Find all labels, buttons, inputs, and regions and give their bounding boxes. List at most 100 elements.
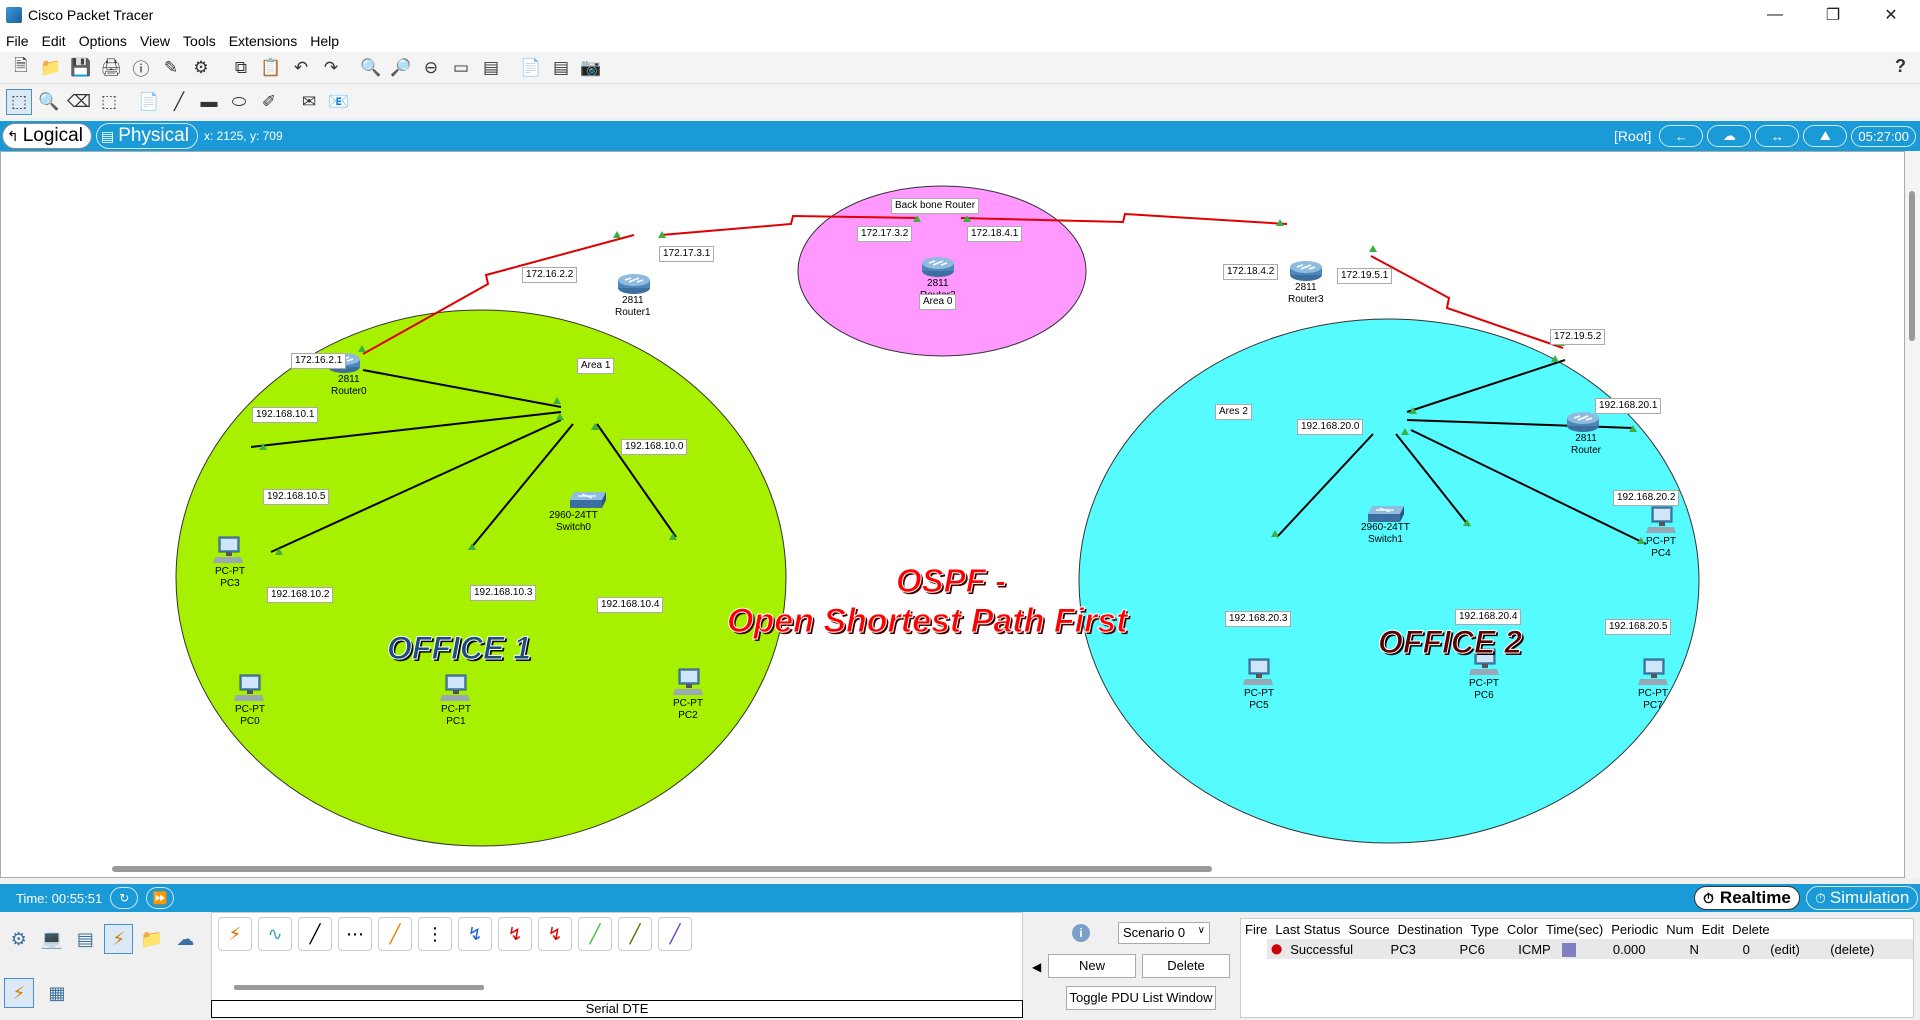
phone-cable-icon[interactable]: ⋮ (418, 917, 452, 951)
ip-label[interactable]: 172.18.4.2 (1223, 264, 1279, 280)
info-icon[interactable]: ⓘ (128, 55, 154, 81)
zoom-in-icon[interactable]: 🔍 (358, 55, 384, 81)
network-info-icon[interactable]: ⚙ (188, 55, 214, 81)
router-icon[interactable] (921, 256, 955, 278)
restore-button[interactable]: ❐ (1804, 0, 1862, 30)
drawing-palette-icon[interactable]: ▭ (448, 55, 474, 81)
fiber-icon[interactable]: ╱ (378, 917, 412, 951)
menu-file[interactable]: File (6, 33, 29, 49)
crossover-icon[interactable]: ⋯ (338, 917, 372, 951)
add-complex-pdu-icon[interactable]: 📧 (326, 89, 352, 115)
menu-tools[interactable]: Tools (183, 33, 216, 49)
scenario-info-icon[interactable]: i (1072, 924, 1090, 942)
grid-icon[interactable]: ▦ (42, 978, 72, 1008)
minimize-button[interactable]: — (1746, 0, 1804, 30)
auto-connection-icon[interactable]: ⚡ (218, 917, 252, 951)
serial-dce-icon[interactable]: ↯ (498, 917, 532, 951)
pc-icon[interactable] (440, 674, 470, 702)
ip-label[interactable]: 192.168.20.1 (1595, 398, 1662, 414)
save-icon[interactable]: 💾 (68, 55, 94, 81)
delete-icon[interactable]: ⌫ (66, 89, 92, 115)
draw-rectangle-icon[interactable]: ▬ (196, 89, 222, 115)
tab-physical[interactable]: ▤ Physical (95, 123, 198, 149)
ip-label[interactable]: 192.168.10.3 (470, 585, 537, 601)
delete-scenario-button[interactable]: Delete (1142, 954, 1230, 978)
ip-label[interactable]: 192.168.10.1 (252, 407, 319, 423)
move-object-icon[interactable]: ↔ (1755, 125, 1800, 147)
redo-icon[interactable]: ↷ (318, 55, 344, 81)
pc-icon[interactable] (1646, 506, 1676, 534)
draw-line-icon[interactable]: ╱ (166, 89, 192, 115)
network-devices-icon[interactable]: ⚙ (4, 924, 33, 954)
pdu-edit-link[interactable]: (edit) (1766, 942, 1826, 957)
root-label[interactable]: [Root] (1614, 128, 1651, 144)
components-icon[interactable]: ▤ (71, 924, 100, 954)
serial-dte-icon[interactable]: ↯ (538, 917, 572, 951)
connection-scrollbar[interactable] (234, 985, 484, 990)
straight-through-icon[interactable]: ╱ (298, 917, 332, 951)
ip-label[interactable]: 192.168.10.5 (263, 489, 330, 505)
iot-custom-icon[interactable]: ╱ (618, 917, 652, 951)
miscellaneous-icon[interactable]: 📁 (137, 924, 166, 954)
ip-label[interactable]: 172.18.4.1 (967, 226, 1023, 242)
router-icon[interactable] (1566, 411, 1600, 433)
resize-shape-icon[interactable]: ⬚ (96, 89, 122, 115)
multiuser-icon[interactable]: ☁ (171, 924, 200, 954)
freeform-icon[interactable]: ✐ (256, 89, 282, 115)
activity-wizard-icon[interactable]: ✎ (158, 55, 184, 81)
inspect-icon[interactable]: 🔍 (36, 89, 62, 115)
note-area1[interactable]: Area 1 (577, 358, 615, 374)
ip-label[interactable]: 172.19.5.1 (1337, 268, 1393, 284)
octal-icon[interactable]: ╱ (578, 917, 612, 951)
camera-icon[interactable]: 📷 (578, 55, 604, 81)
logical-workspace[interactable]: 2811Router0 2811Router1 2811Router2 2811… (0, 151, 1905, 878)
switch-icon[interactable] (568, 490, 608, 510)
vertical-scrollbar[interactable] (1905, 151, 1920, 878)
horizontal-scrollbar[interactable] (112, 866, 1212, 872)
usb-icon[interactable]: ╱ (658, 917, 692, 951)
ip-label[interactable]: 172.17.3.1 (659, 246, 715, 262)
zoom-reset-icon[interactable]: 🔎 (388, 55, 414, 81)
open-folder-icon[interactable]: 📁 (38, 55, 64, 81)
router-icon[interactable] (617, 273, 651, 295)
pc-icon[interactable] (1638, 658, 1668, 686)
new-file-icon[interactable]: 🗎 (8, 55, 34, 81)
new-scenario-button[interactable]: New (1048, 954, 1136, 978)
help-icon[interactable]: ? (1895, 56, 1906, 77)
end-devices-icon[interactable]: 💻 (37, 924, 66, 954)
menu-options[interactable]: Options (79, 33, 127, 49)
cluster-icon[interactable]: ☁ (1707, 125, 1752, 147)
ip-label[interactable]: 192.168.20.5 (1605, 619, 1672, 635)
device-dialog-icon[interactable]: ▤ (548, 55, 574, 81)
toggle-pdu-list-button[interactable]: Toggle PDU List Window (1066, 986, 1216, 1010)
fire-icon[interactable]: ⬤ (1267, 944, 1286, 955)
set-background-icon[interactable]: ⛰ (1803, 125, 1848, 147)
select-icon[interactable]: ⬚ (6, 89, 32, 115)
connections-sub-icon[interactable]: ⚡ (4, 978, 34, 1008)
ip-label[interactable]: 172.16.2.2 (522, 267, 578, 283)
pc-icon[interactable] (673, 668, 703, 696)
undo-icon[interactable]: ↶ (288, 55, 314, 81)
power-cycle-icon[interactable]: ↻ (110, 887, 139, 909)
menu-view[interactable]: View (140, 33, 170, 49)
connections-icon[interactable]: ⚡ (103, 924, 134, 954)
ip-label[interactable]: 172.17.3.2 (857, 226, 913, 242)
close-button[interactable]: ✕ (1862, 0, 1920, 30)
scenario-select[interactable]: Scenario 0 ∨ (1118, 922, 1210, 944)
ip-label[interactable]: 192.168.20.4 (1455, 609, 1522, 625)
paste-icon[interactable]: 📋 (258, 55, 284, 81)
notes-icon[interactable]: 📄 (518, 55, 544, 81)
menu-edit[interactable]: Edit (42, 33, 66, 49)
ip-label[interactable]: 192.168.20.0 (1297, 419, 1364, 435)
switch-icon[interactable] (1366, 504, 1406, 524)
zoom-out-icon[interactable]: ⊖ (418, 55, 444, 81)
simulation-mode-button[interactable]: ⏱ Simulation (1806, 886, 1919, 910)
pdu-delete-link[interactable]: (delete) (1826, 942, 1878, 957)
ip-label[interactable]: 172.16.2.1 (291, 353, 347, 369)
pc-icon[interactable] (213, 536, 243, 564)
ip-label[interactable]: 192.168.20.3 (1225, 611, 1292, 627)
draw-ellipse-icon[interactable]: ⬭ (226, 89, 252, 115)
router-icon[interactable] (1289, 260, 1323, 282)
pdu-row[interactable]: ⬤ Successful PC3 PC6 ICMP 0.000 N 0 (edi… (1267, 939, 1913, 959)
pc-icon[interactable] (1243, 658, 1273, 686)
